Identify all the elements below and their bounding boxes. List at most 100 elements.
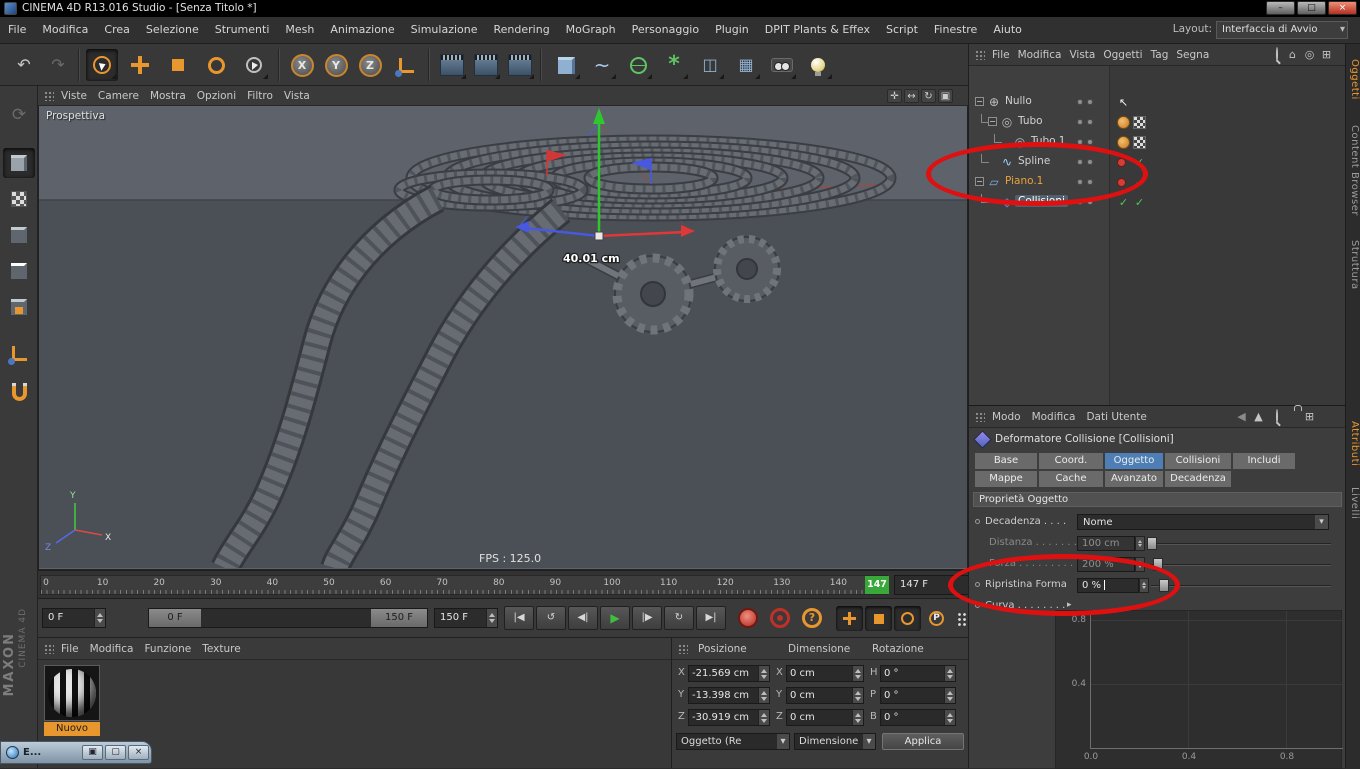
apply-button[interactable]: Applica	[882, 733, 964, 750]
minimize-button[interactable]: –	[1266, 1, 1295, 15]
loop-button[interactable]: ↻	[664, 606, 694, 630]
range-end-field[interactable]: 150 F	[434, 608, 498, 628]
object-name[interactable]: Collisioni	[1015, 195, 1068, 207]
menu-item-mesh[interactable]: Mesh	[277, 17, 322, 43]
animation-dot-icon[interactable]	[975, 603, 980, 608]
edges-mode-button[interactable]	[3, 256, 35, 286]
object-name[interactable]: Tubo	[1018, 115, 1043, 127]
coord-stepper[interactable]	[758, 666, 769, 681]
menu-item-modifica[interactable]: Modifica	[90, 643, 134, 655]
model-mode-button[interactable]	[3, 148, 35, 178]
add-spline-button[interactable]: ~	[586, 49, 618, 81]
x-axis-lock-button[interactable]: X	[286, 49, 318, 81]
z-axis-lock-button[interactable]: Z	[354, 49, 386, 81]
menu-item-file[interactable]: File	[61, 643, 79, 655]
menu-item-script[interactable]: Script	[878, 17, 926, 43]
material-name-label[interactable]: Nuovo	[44, 722, 100, 736]
object-name[interactable]: Spline	[1018, 155, 1050, 167]
dock-tab-oggetti[interactable]: Oggetti	[1347, 50, 1360, 108]
snap-settings-button[interactable]	[3, 378, 35, 408]
animation-dot-icon[interactable]	[975, 582, 980, 587]
menu-item-vista[interactable]: Vista	[284, 90, 310, 102]
panel-grip-icon[interactable]	[975, 49, 985, 60]
slider-knob[interactable]	[1153, 558, 1163, 571]
render-picture-viewer-button[interactable]	[470, 49, 502, 81]
menu-item-modo[interactable]: Modo	[992, 411, 1021, 423]
coord-value-field[interactable]: 0 cm	[786, 665, 864, 682]
coord-value-field[interactable]: 0 cm	[786, 687, 864, 704]
menu-item-mograph[interactable]: MoGraph	[558, 17, 624, 43]
record-parameter-toggle[interactable]: P	[923, 606, 950, 631]
preview-range-slider[interactable]: 0 F 150 F	[148, 608, 428, 628]
tree-row-spline[interactable]: ∿ Spline ✓	[969, 152, 1346, 172]
goto-start-button[interactable]: |◀	[504, 606, 534, 630]
coord-value-field[interactable]: 0 °	[880, 665, 956, 682]
add-light-button[interactable]	[802, 49, 834, 81]
record-options-button[interactable]: ?	[802, 608, 822, 628]
phong-tag-icon[interactable]	[1117, 136, 1130, 149]
panel-grip-icon[interactable]	[44, 643, 54, 654]
add-camera-button[interactable]	[766, 49, 798, 81]
tree-row-collisioni[interactable]: ◈ Collisioni ✓ ✓	[969, 192, 1346, 212]
menu-item-vista[interactable]: Vista	[1069, 49, 1095, 61]
tab-avanzato[interactable]: Avanzato	[1105, 471, 1163, 487]
menu-item-simulazione[interactable]: Simulazione	[403, 17, 486, 43]
render-visibility-dot[interactable]	[1087, 179, 1093, 185]
coordinate-mode-dropdown[interactable]: Oggetto (Re ▾	[676, 733, 790, 750]
tab-collisioni[interactable]: Collisioni	[1165, 453, 1231, 469]
gizmo-origin-handle[interactable]	[594, 231, 604, 241]
menu-item-animazione[interactable]: Animazione	[322, 17, 402, 43]
pan-view-icon[interactable]: ✛	[887, 89, 902, 103]
menu-item-mostra[interactable]: Mostra	[150, 90, 186, 102]
close-button[interactable]: ×	[1328, 1, 1357, 15]
dock-tab-struttura[interactable]: Struttura	[1347, 232, 1360, 298]
toggle-view-icon[interactable]: ▣	[938, 89, 953, 103]
slider-groove[interactable]	[1147, 564, 1331, 566]
lock-icon[interactable]	[1285, 410, 1300, 424]
menu-item-dpit-plants-effex[interactable]: DPIT Plants & Effex	[757, 17, 878, 43]
tab-includi[interactable]: Includi	[1233, 453, 1295, 469]
menu-item-file[interactable]: File	[0, 17, 34, 43]
dock-tab-attributi[interactable]: Attributi	[1347, 413, 1360, 475]
coordinate-system-button[interactable]	[390, 49, 422, 81]
field-input[interactable]: 0 %	[1077, 578, 1139, 593]
animation-dot-icon[interactable]	[975, 519, 980, 524]
move-tool-button[interactable]	[124, 49, 156, 81]
field-stepper[interactable]	[1135, 536, 1145, 551]
menu-item-texture[interactable]: Texture	[202, 643, 240, 655]
render-visibility-dot[interactable]	[1087, 99, 1093, 105]
object-name[interactable]: Piano.1	[1005, 175, 1043, 187]
layout-dropdown[interactable]: Interfaccia di Avvio ▾	[1216, 21, 1348, 39]
undo-button[interactable]: ↶	[8, 49, 40, 81]
field-dropdown[interactable]: Nome ▾	[1077, 514, 1329, 530]
field-stepper[interactable]	[1139, 578, 1149, 593]
editor-visibility-dot[interactable]	[1077, 199, 1083, 205]
menu-item-personaggio[interactable]: Personaggio	[624, 17, 707, 43]
dock-tab-content-browser[interactable]: Content Browser	[1347, 114, 1360, 226]
menu-item-modifica[interactable]: Modifica	[1032, 411, 1076, 423]
history-back-icon[interactable]: ◀	[1234, 410, 1249, 424]
menu-item-segna[interactable]: Segna	[1176, 49, 1209, 61]
object-properties-section-header[interactable]: Proprietà Oggetto	[973, 492, 1342, 507]
coord-value-field[interactable]: 0 cm	[786, 709, 864, 726]
menu-item-dati-utente[interactable]: Dati Utente	[1086, 411, 1146, 423]
material-thumbnail[interactable]	[44, 665, 100, 721]
tab-mappe[interactable]: Mappe	[975, 471, 1037, 487]
zoom-view-icon[interactable]: ↔	[904, 89, 919, 103]
coord-stepper[interactable]	[758, 688, 769, 703]
stepper[interactable]	[486, 609, 497, 627]
search-icon[interactable]	[1268, 47, 1283, 62]
rotate-view-icon[interactable]: ↻	[921, 89, 936, 103]
new-panel-icon[interactable]: ⊞	[1302, 410, 1317, 424]
coord-stepper[interactable]	[852, 710, 863, 725]
render-visibility-dot[interactable]	[1087, 159, 1093, 165]
scale-tool-button[interactable]	[162, 49, 194, 81]
coord-stepper[interactable]	[944, 710, 955, 725]
slider-groove[interactable]	[1151, 585, 1331, 587]
editor-visibility-dot[interactable]	[1077, 139, 1083, 145]
tree-row-tubo[interactable]: − ◎ Tubo	[969, 112, 1346, 132]
coord-value-field[interactable]: -21.569 cm	[688, 665, 770, 682]
play-button[interactable]: ▶	[600, 606, 630, 630]
menu-item-rendering[interactable]: Rendering	[486, 17, 558, 43]
panel-grip-icon[interactable]	[678, 644, 688, 654]
